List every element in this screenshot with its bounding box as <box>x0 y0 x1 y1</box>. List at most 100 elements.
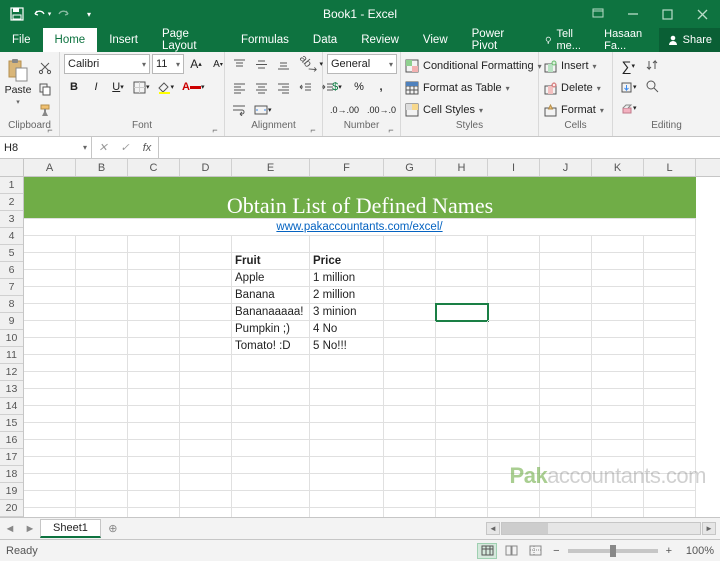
insert-function-button[interactable]: fx <box>136 142 158 154</box>
cell-G14[interactable] <box>384 406 436 423</box>
name-box[interactable]: H8▾ <box>0 137 92 158</box>
cell-H17[interactable] <box>436 457 488 474</box>
row-header-5[interactable]: 5 <box>0 245 23 262</box>
find-select-button[interactable] <box>642 77 664 97</box>
cell-D5[interactable] <box>180 253 232 270</box>
cell-B11[interactable] <box>76 355 128 372</box>
cell-B6[interactable] <box>76 270 128 287</box>
cell-D7[interactable] <box>180 287 232 304</box>
link-row[interactable]: www.pakaccountants.com/excel/ <box>24 219 696 236</box>
grow-font-button[interactable]: A▴ <box>186 54 206 74</box>
cell-K8[interactable] <box>592 304 644 321</box>
sort-filter-button[interactable] <box>642 56 664 76</box>
redo-button[interactable] <box>54 3 76 25</box>
cell-A14[interactable] <box>24 406 76 423</box>
cell-D6[interactable] <box>180 270 232 287</box>
cell-A12[interactable] <box>24 372 76 389</box>
cell-E18[interactable] <box>232 474 310 491</box>
font-color-button[interactable]: A ▾ <box>179 77 207 97</box>
select-all-corner[interactable] <box>0 159 24 177</box>
tab-file[interactable]: File <box>0 28 43 52</box>
cell-I7[interactable] <box>488 287 540 304</box>
cell-K9[interactable] <box>592 321 644 338</box>
row-header-17[interactable]: 17 <box>0 449 23 466</box>
cell-B12[interactable] <box>76 372 128 389</box>
cell-K19[interactable] <box>592 491 644 508</box>
cell-C4[interactable] <box>128 236 180 253</box>
cell-C7[interactable] <box>128 287 180 304</box>
cell-B15[interactable] <box>76 423 128 440</box>
accounting-format-button[interactable]: $ ▾ <box>327 77 347 97</box>
cell-B9[interactable] <box>76 321 128 338</box>
cell-K20[interactable] <box>592 508 644 517</box>
cell-D18[interactable] <box>180 474 232 491</box>
cell-H14[interactable] <box>436 406 488 423</box>
cell-F1[interactable] <box>310 177 384 194</box>
cancel-formula-button[interactable]: ✕ <box>92 141 114 154</box>
cell-H19[interactable] <box>436 491 488 508</box>
row-header-16[interactable]: 16 <box>0 432 23 449</box>
link-pakaccountants[interactable]: www.pakaccountants.com/excel/ <box>276 221 442 233</box>
sheet-tab-sheet1[interactable]: Sheet1 <box>40 519 101 538</box>
cell-J18[interactable] <box>540 474 592 491</box>
cell-J1[interactable] <box>540 177 592 194</box>
cell-K5[interactable] <box>592 253 644 270</box>
cell-B20[interactable] <box>76 508 128 517</box>
cell-E14[interactable] <box>232 406 310 423</box>
cell-F8[interactable]: 3 minion <box>310 304 384 321</box>
cell-B19[interactable] <box>76 491 128 508</box>
cell-B8[interactable] <box>76 304 128 321</box>
col-header-D[interactable]: D <box>180 159 232 176</box>
cell-G17[interactable] <box>384 457 436 474</box>
cell-J8[interactable] <box>540 304 592 321</box>
close-button[interactable] <box>685 0 720 28</box>
cell-L5[interactable] <box>644 253 696 270</box>
cell-L1[interactable] <box>644 177 696 194</box>
cell-D10[interactable] <box>180 338 232 355</box>
cell-A8[interactable] <box>24 304 76 321</box>
cell-C10[interactable] <box>128 338 180 355</box>
cell-E10[interactable]: Tomato! :D <box>232 338 310 355</box>
cell-K12[interactable] <box>592 372 644 389</box>
col-header-F[interactable]: F <box>310 159 384 176</box>
new-sheet-button[interactable]: ⊕ <box>101 522 125 535</box>
cell-K17[interactable] <box>592 457 644 474</box>
cell-A7[interactable] <box>24 287 76 304</box>
number-format-combo[interactable]: General▾ <box>327 54 397 74</box>
column-headers[interactable]: ABCDEFGHIJKL <box>24 159 720 177</box>
cell-G15[interactable] <box>384 423 436 440</box>
cell-L8[interactable] <box>644 304 696 321</box>
cell-K11[interactable] <box>592 355 644 372</box>
cell-H18[interactable] <box>436 474 488 491</box>
cell-C14[interactable] <box>128 406 180 423</box>
col-header-B[interactable]: B <box>76 159 128 176</box>
tell-me[interactable]: Tell me... <box>536 28 596 52</box>
cut-button[interactable] <box>35 58 55 78</box>
tab-formulas[interactable]: Formulas <box>229 28 301 52</box>
cell-F20[interactable] <box>310 508 384 517</box>
cell-G12[interactable] <box>384 372 436 389</box>
cell-J6[interactable] <box>540 270 592 287</box>
cell-F6[interactable]: 1 million <box>310 270 384 287</box>
cell-K14[interactable] <box>592 406 644 423</box>
cell-I12[interactable] <box>488 372 540 389</box>
cell-B13[interactable] <box>76 389 128 406</box>
cell-G18[interactable] <box>384 474 436 491</box>
tab-page-layout[interactable]: Page Layout <box>150 28 229 52</box>
cell-L13[interactable] <box>644 389 696 406</box>
maximize-button[interactable] <box>650 0 685 28</box>
row-header-6[interactable]: 6 <box>0 262 23 279</box>
cell-F17[interactable] <box>310 457 384 474</box>
cell-I1[interactable] <box>488 177 540 194</box>
font-dialog-launcher[interactable]: ⌐ <box>210 125 220 135</box>
cell-L10[interactable] <box>644 338 696 355</box>
col-header-C[interactable]: C <box>128 159 180 176</box>
tab-view[interactable]: View <box>411 28 460 52</box>
cell-J5[interactable] <box>540 253 592 270</box>
cell-G4[interactable] <box>384 236 436 253</box>
cell-C20[interactable] <box>128 508 180 517</box>
cell-F7[interactable]: 2 million <box>310 287 384 304</box>
fill-color-button[interactable]: ▾ <box>155 77 178 97</box>
cell-J17[interactable] <box>540 457 592 474</box>
cell-G13[interactable] <box>384 389 436 406</box>
